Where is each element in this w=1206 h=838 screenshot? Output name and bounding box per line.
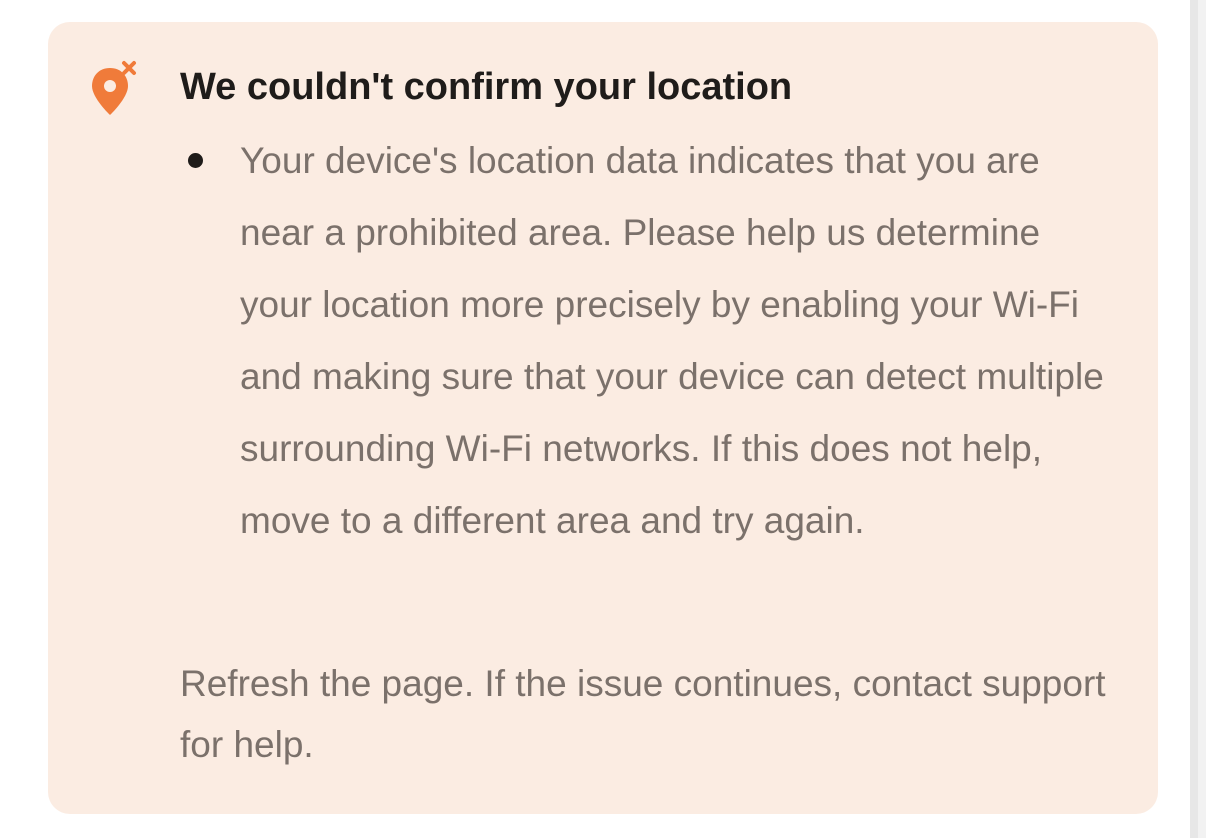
alert-title: We couldn't confirm your location: [180, 66, 793, 108]
alert-bullet-text: Your device's location data indicates th…: [240, 140, 1104, 541]
scrollbar[interactable]: [1190, 0, 1206, 838]
alert-footer-text: Refresh the page. If the issue continues…: [180, 663, 1106, 765]
scrollbar-edge: [1190, 0, 1198, 838]
location-pin-x-icon: [90, 60, 144, 116]
location-alert: We couldn't confirm your location Your d…: [48, 22, 1158, 814]
alert-bullet-list: Your device's location data indicates th…: [180, 125, 1110, 557]
alert-bullet-item: Your device's location data indicates th…: [180, 125, 1110, 557]
bullet-dot: [188, 153, 203, 168]
